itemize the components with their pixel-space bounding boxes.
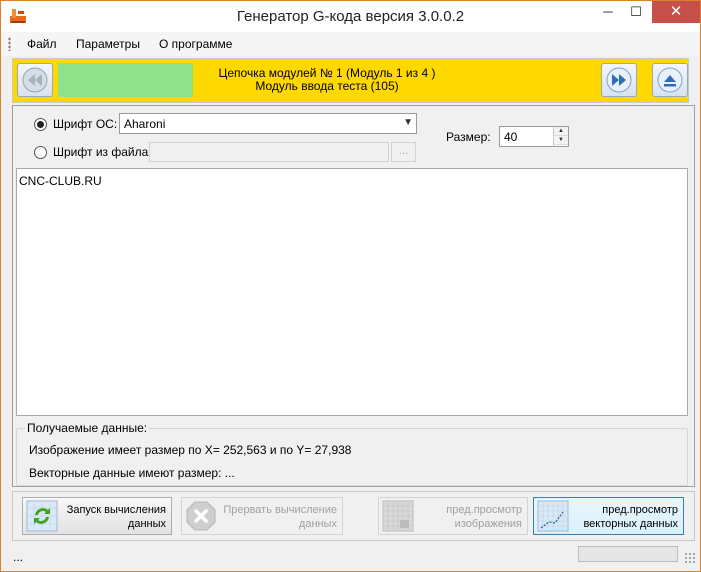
size-label: Размер:	[446, 130, 491, 144]
os-font-radio[interactable]	[34, 118, 47, 131]
size-value: 40	[504, 130, 518, 144]
prev-module-button[interactable]	[17, 63, 53, 97]
preview-vector-label: пред.просмотр векторных данных	[583, 503, 678, 531]
size-spin-buttons: ▲ ▼	[553, 127, 568, 146]
fast-forward-icon	[606, 67, 632, 93]
file-font-path-input	[149, 142, 389, 162]
stop-icon	[186, 501, 216, 531]
eject-icon	[657, 67, 683, 93]
menu-bar: Файл Параметры О программе	[1, 32, 700, 56]
maximize-button[interactable]: ☐	[621, 1, 651, 23]
rewind-icon	[22, 67, 48, 93]
preview-image-button[interactable]: пред.просмотр изображения	[378, 497, 528, 535]
vector-preview-icon	[537, 500, 569, 532]
minimize-button[interactable]: ─	[593, 1, 623, 23]
image-preview-icon	[382, 500, 414, 532]
result-group: Получаемые данные: Изображение имеет раз…	[16, 421, 688, 486]
app-window: Генератор G-кода версия 3.0.0.2 ─ ☐ ✕ Фа…	[0, 0, 701, 572]
refresh-icon	[26, 500, 58, 532]
title-bar: Генератор G-кода версия 3.0.0.2 ─ ☐ ✕	[1, 1, 700, 32]
action-bar: Запуск вычисления данных Прервать вычисл…	[12, 491, 695, 541]
file-font-label: Шрифт из файла:	[53, 145, 152, 159]
preview-image-line1: пред.просмотр	[446, 504, 522, 516]
os-font-label: Шрифт ОС:	[53, 117, 118, 131]
size-stepper[interactable]: 40 ▲ ▼	[499, 126, 569, 147]
spin-up-icon[interactable]: ▲	[554, 127, 568, 136]
image-size-info: Изображение имеет размер по X= 252,563 и…	[29, 443, 352, 457]
next-module-button[interactable]	[601, 63, 637, 97]
preview-vector-line2: векторных данных	[583, 518, 678, 530]
menu-params[interactable]: Параметры	[76, 37, 140, 51]
module-chain-line2: Модуль ввода теста (105)	[255, 79, 399, 93]
preview-vector-button[interactable]: пред.просмотр векторных данных	[533, 497, 684, 535]
os-font-select[interactable]: Aharoni ▼	[119, 113, 417, 134]
status-progress-bar	[578, 546, 678, 562]
menu-about[interactable]: О программе	[159, 37, 232, 51]
os-font-value: Aharoni	[124, 117, 166, 131]
status-text: ...	[13, 550, 24, 564]
abort-label-line2: данных	[298, 518, 337, 530]
start-calculation-button[interactable]: Запуск вычисления данных	[22, 497, 172, 535]
spin-down-icon[interactable]: ▼	[554, 136, 568, 145]
browse-font-file-button: ...	[391, 142, 416, 162]
preview-vector-line1: пред.просмотр	[602, 504, 678, 516]
module-chain-bar: Цепочка модулей № 1 (Модуль 1 из 4 ) Мод…	[12, 58, 689, 103]
status-bar: ...	[1, 545, 700, 571]
resize-grip-icon[interactable]	[684, 552, 696, 564]
menu-grip-icon	[8, 37, 11, 51]
start-label-line1: Запуск вычисления	[66, 504, 166, 516]
abort-label-line1: Прервать вычисление	[223, 504, 337, 516]
preview-image-line2: изображения	[454, 518, 522, 530]
close-button[interactable]: ✕	[652, 1, 700, 23]
start-calculation-label: Запуск вычисления данных	[67, 503, 166, 531]
preview-image-label: пред.просмотр изображения	[446, 503, 522, 531]
vector-size-info: Векторные данные имеют размер: ...	[29, 466, 235, 480]
start-label-line2: данных	[127, 518, 166, 530]
result-group-title: Получаемые данные:	[25, 421, 150, 435]
main-panel: Шрифт ОС: Aharoni ▼ Шрифт из файла: ... …	[12, 105, 695, 487]
module-chain-text: Цепочка модулей № 1 (Модуль 1 из 4 ) Мод…	[58, 67, 596, 93]
input-text-area[interactable]: CNC-CLUB.RU	[16, 168, 688, 416]
abort-calculation-label: Прервать вычисление данных	[223, 503, 337, 531]
eject-button[interactable]	[652, 63, 688, 97]
chevron-down-icon: ▼	[403, 117, 413, 128]
abort-calculation-button[interactable]: Прервать вычисление данных	[181, 497, 343, 535]
file-font-radio[interactable]	[34, 146, 47, 159]
menu-file[interactable]: Файл	[27, 37, 57, 51]
